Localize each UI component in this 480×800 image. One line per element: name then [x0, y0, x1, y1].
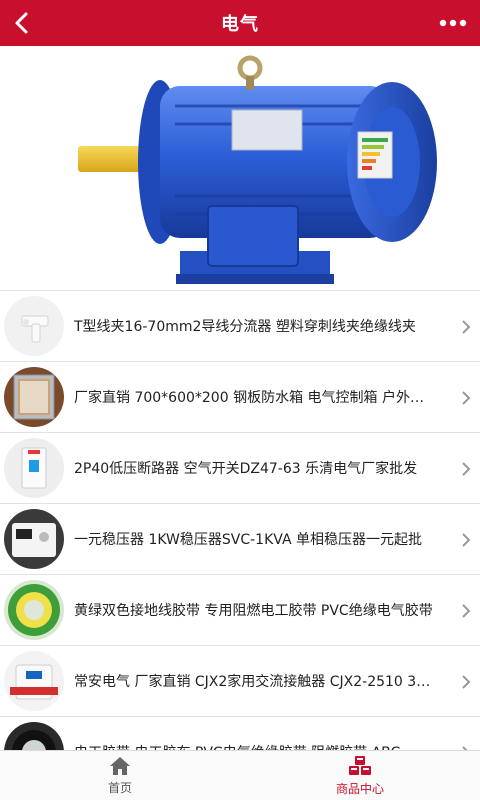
product-name: T型线夹16-70mm2导线分流器 塑料穿刺线夹绝缘线夹 — [74, 319, 416, 335]
list-item[interactable]: 一元稳压器 1KW稳压器SVC-1KVA 单相稳压器一元起批 — [0, 504, 480, 575]
chevron-right-icon — [462, 675, 471, 689]
product-name: 常安电气 厂家直销 CJX2家用交流接触器 CJX2-2510 380V — [74, 674, 434, 690]
product-thumbnail — [4, 296, 64, 356]
product-name: 一元稳压器 1KW稳压器SVC-1KVA 单相稳压器一元起批 — [74, 532, 422, 548]
product-thumbnail — [4, 651, 64, 711]
chevron-right-icon — [462, 533, 471, 547]
product-name: 电工胶带 电工胶布 PVC电气绝缘胶带 阻燃胶带 ABC — [74, 742, 434, 750]
app-header: 电气 — [0, 0, 480, 46]
list-item[interactable]: 黄绿双色接地线胶带 专用阻燃电工胶带 PVC绝缘电气胶带 — [0, 575, 480, 646]
back-button[interactable] — [8, 8, 38, 38]
page-title: 电气 — [221, 14, 259, 35]
tab-home[interactable]: 首页 — [0, 751, 240, 800]
list-item[interactable]: 2P40低压断路器 空气开关DZ47-63 乐清电气厂家批发 — [0, 433, 480, 504]
list-item[interactable]: 厂家直销 700*600*200 钢板防水箱 电气控制箱 户外防水配电箱 — [0, 362, 480, 433]
product-thumbnail — [4, 367, 64, 427]
electric-motor-image — [78, 55, 437, 284]
bottom-tab-bar: 首页 商品中心 — [0, 750, 480, 800]
chevron-left-icon — [15, 12, 28, 34]
chevron-right-icon — [462, 320, 471, 334]
product-thumbnail — [4, 438, 64, 498]
list-item[interactable]: 常安电气 厂家直销 CJX2家用交流接触器 CJX2-2510 380V — [0, 646, 480, 717]
list-item[interactable]: 电工胶带 电工胶布 PVC电气绝缘胶带 阻燃胶带 ABC — [0, 717, 480, 750]
more-dots-icon — [439, 19, 467, 27]
chevron-right-icon — [462, 462, 471, 476]
tab-home-label: 首页 — [107, 780, 132, 795]
banner-carousel[interactable] — [0, 46, 480, 290]
chevron-right-icon — [462, 391, 471, 405]
more-button[interactable] — [438, 10, 468, 36]
tab-products-label: 商品中心 — [335, 781, 384, 796]
product-name: 2P40低压断路器 空气开关DZ47-63 乐清电气厂家批发 — [74, 461, 418, 477]
home-icon — [110, 756, 130, 775]
chevron-right-icon — [462, 604, 471, 618]
product-name: 厂家直销 700*600*200 钢板防水箱 电气控制箱 户外防水配电箱 — [74, 390, 434, 406]
product-thumbnail — [4, 722, 64, 750]
product-thumbnail — [4, 580, 64, 640]
product-name: 黄绿双色接地线胶带 专用阻燃电工胶带 PVC绝缘电气胶带 — [74, 603, 433, 619]
cubes-icon — [349, 755, 371, 775]
product-list: T型线夹16-70mm2导线分流器 塑料穿刺线夹绝缘线夹 厂家直销 700*60… — [0, 290, 480, 750]
tab-products[interactable]: 商品中心 — [240, 751, 480, 800]
product-thumbnail — [4, 509, 64, 569]
list-item[interactable]: T型线夹16-70mm2导线分流器 塑料穿刺线夹绝缘线夹 — [0, 291, 480, 362]
